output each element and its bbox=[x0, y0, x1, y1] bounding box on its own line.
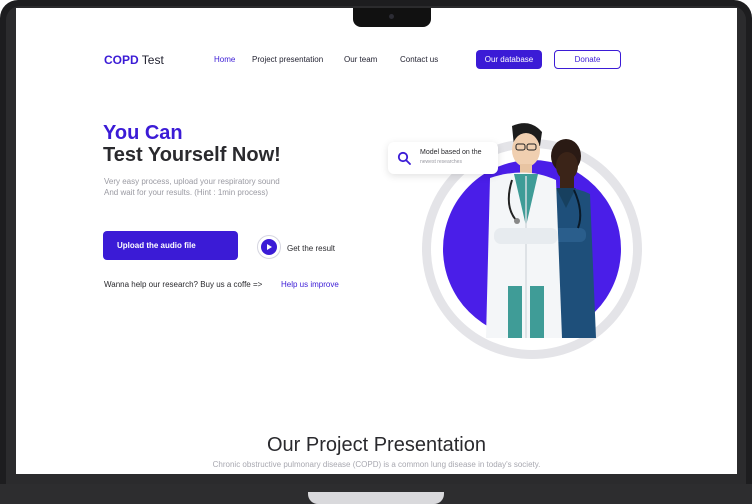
model-info-card: Model based on the newest researches bbox=[388, 142, 498, 174]
nav-project-presentation[interactable]: Project presentation bbox=[252, 55, 323, 64]
nav-our-team[interactable]: Our team bbox=[344, 55, 377, 64]
section-title: Our Project Presentation bbox=[267, 434, 486, 456]
hero-title-line1: You Can bbox=[103, 122, 183, 144]
section-subtitle: Chronic obstructive pulmonary disease (C… bbox=[212, 460, 541, 469]
nav-contact-us[interactable]: Contact us bbox=[400, 55, 438, 64]
get-result-label[interactable]: Get the result bbox=[287, 244, 335, 253]
brand-rest: Test bbox=[138, 53, 164, 67]
card-title: Model based on the bbox=[420, 149, 482, 156]
brand-strong: COPD bbox=[104, 53, 139, 67]
coffee-text: Wanna help our research? Buy us a coffe … bbox=[104, 280, 263, 289]
laptop-hinge bbox=[308, 492, 444, 504]
hero-desc-line1: Very easy process, upload your respirato… bbox=[104, 177, 280, 186]
search-icon bbox=[397, 151, 411, 165]
hero-description: Very easy process, upload your respirato… bbox=[104, 176, 280, 198]
hero-desc-line2: And wait for your results. (Hint : 1min … bbox=[104, 188, 269, 197]
laptop-base bbox=[0, 484, 752, 504]
play-icon bbox=[261, 239, 277, 255]
camera-icon bbox=[389, 14, 394, 19]
play-button[interactable] bbox=[257, 235, 281, 259]
help-us-improve-link[interactable]: Help us improve bbox=[281, 280, 339, 289]
camera-notch bbox=[353, 8, 431, 27]
browser-screen: COPD Test Home Project presentation Our … bbox=[16, 8, 737, 474]
brand-logo[interactable]: COPD Test bbox=[104, 53, 164, 67]
donate-button[interactable]: Donate bbox=[554, 50, 621, 69]
upload-audio-button[interactable]: Upload the audio file bbox=[103, 231, 238, 260]
our-database-button[interactable]: Our database bbox=[476, 50, 542, 69]
nav-home[interactable]: Home bbox=[214, 55, 235, 64]
card-subtitle: newest researches bbox=[420, 159, 462, 165]
hero-title-line2: Test Yourself Now! bbox=[103, 144, 281, 166]
